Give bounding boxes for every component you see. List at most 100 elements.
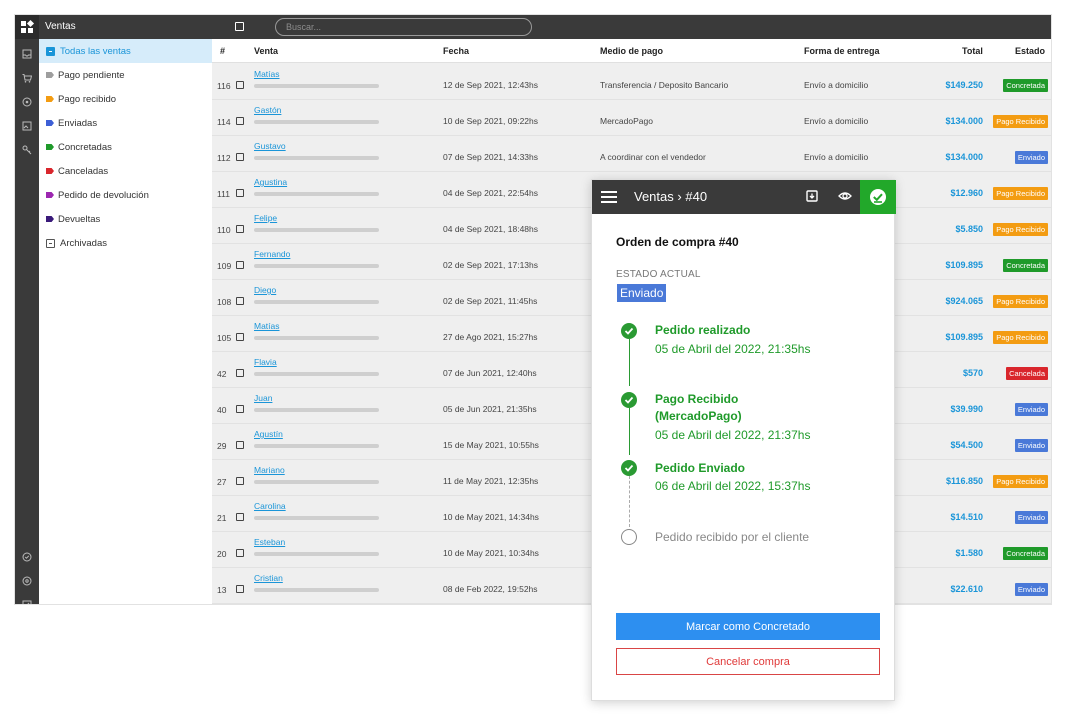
customer-name-link[interactable]: Mariano (254, 465, 285, 475)
column-header-num[interactable]: # (220, 46, 225, 56)
table-row[interactable]: 116 Matías 12 de Sep 2021, 12:43hs Transfer… (212, 64, 1051, 100)
column-header-forma[interactable]: Forma de entrega (804, 46, 880, 56)
timeline-connector-pending (629, 476, 630, 527)
customer-email-blurred (254, 336, 379, 340)
step-complete-icon (621, 460, 637, 476)
row-checkbox[interactable] (236, 333, 244, 341)
status-badge: Pago Recibido (993, 475, 1048, 488)
customer-name-link[interactable]: Matías (254, 321, 280, 331)
customer-name-link[interactable]: Agustina (254, 177, 287, 187)
row-checkbox[interactable] (236, 153, 244, 161)
app-window: Ventas Todas las venta (15, 15, 1051, 604)
row-checkbox[interactable] (236, 225, 244, 233)
customer-email-blurred (254, 480, 379, 484)
row-checkbox[interactable] (236, 369, 244, 377)
sidebar-item-label: Enviadas (58, 117, 98, 129)
customer-name-link[interactable]: Diego (254, 285, 276, 295)
sidebar-item-label: Pago recibido (58, 93, 117, 105)
tag-icon (46, 120, 54, 126)
eye-icon[interactable] (838, 189, 852, 203)
cart-icon[interactable] (22, 73, 32, 83)
timeline-step-date: 05 de Abril del 2022, 21:37hs (655, 428, 811, 442)
order-number: 114 (217, 117, 231, 127)
tag-icon[interactable] (22, 97, 32, 107)
row-checkbox[interactable] (236, 513, 244, 521)
customer-email-blurred (254, 156, 379, 160)
customer-email-blurred (254, 84, 379, 88)
sidebar-item-devolucion[interactable]: Pedido de devolución (39, 183, 212, 207)
breadcrumb: Ventas › #40 (634, 189, 707, 204)
customer-name-link[interactable]: Fernando (254, 249, 290, 259)
column-header-total[interactable]: Total (962, 46, 983, 56)
customer-name-link[interactable]: Esteban (254, 537, 285, 547)
order-date: 02 de Sep 2021, 11:45hs (443, 296, 538, 306)
customer-name-link[interactable]: Flavia (254, 357, 277, 367)
status-badge: Concretada (1003, 547, 1048, 560)
cancel-order-button[interactable]: Cancelar compra (616, 648, 880, 675)
sidebar-item-concretadas[interactable]: Concretadas (39, 135, 212, 159)
sidebar-item-archivadas[interactable]: Archivadas (39, 231, 212, 255)
column-header-medio[interactable]: Medio de pago (600, 46, 663, 56)
customer-name-link[interactable]: Felipe (254, 213, 277, 223)
mark-completed-button[interactable]: Marcar como Concretado (616, 613, 880, 640)
row-checkbox[interactable] (236, 441, 244, 449)
sidebar-item-canceladas[interactable]: Canceladas (39, 159, 212, 183)
status-badge: Pago Recibido (993, 331, 1048, 344)
customer-name-link[interactable]: Cristian (254, 573, 283, 583)
status-badge: Concretada (1003, 259, 1048, 272)
inbox-icon[interactable] (22, 49, 32, 59)
sidebar-item-devueltas[interactable]: Devueltas (39, 207, 212, 231)
breadcrumb-root[interactable]: Ventas (634, 189, 674, 204)
customer-name-link[interactable]: Matías (254, 69, 280, 79)
column-header-fecha[interactable]: Fecha (443, 46, 469, 56)
current-status-label: ESTADO ACTUAL (616, 269, 701, 280)
sidebar-item-pago-recibido[interactable]: Pago recibido (39, 87, 212, 111)
order-total: $54.500 (950, 440, 983, 450)
image-icon[interactable] (22, 121, 32, 131)
timeline-step-title: Pedido realizado (655, 323, 751, 337)
search-input[interactable] (275, 18, 532, 36)
help-icon[interactable] (22, 576, 32, 586)
row-checkbox[interactable] (236, 81, 244, 89)
info-icon[interactable] (22, 552, 32, 562)
sidebar-item-pago-pendiente[interactable]: Pago pendiente (39, 63, 212, 87)
sidebar-item-label: Pedido de devolución (58, 189, 149, 201)
table-row[interactable]: 114 Gastón 10 de Sep 2021, 09:22hs MercadoP… (212, 100, 1051, 136)
app-logo-icon[interactable] (15, 15, 39, 39)
customer-name-link[interactable]: Gastón (254, 105, 281, 115)
step-pending-icon (621, 529, 637, 545)
row-checkbox[interactable] (236, 405, 244, 413)
status-badge: Cancelada (1006, 367, 1048, 380)
complete-order-button[interactable] (860, 180, 896, 214)
order-date: 10 de May 2021, 14:34hs (443, 512, 539, 522)
order-total: $109.895 (945, 332, 983, 342)
column-header-venta[interactable]: Venta (254, 46, 278, 56)
customer-name-link[interactable]: Carolina (254, 501, 286, 511)
table-row[interactable]: 112 Gustavo 07 de Sep 2021, 14:33hs A coord… (212, 136, 1051, 172)
column-header-estado[interactable]: Estado (1015, 46, 1045, 56)
archive-icon[interactable] (805, 189, 819, 203)
row-checkbox[interactable] (236, 477, 244, 485)
order-title: Orden de compra #40 (616, 235, 739, 249)
key-icon[interactable] (22, 145, 32, 155)
sidebar-item-enviadas[interactable]: Enviadas (39, 111, 212, 135)
row-checkbox[interactable] (236, 549, 244, 557)
order-number: 108 (217, 297, 232, 307)
menu-icon[interactable] (601, 191, 617, 203)
order-total: $109.895 (945, 260, 983, 270)
row-checkbox[interactable] (236, 117, 244, 125)
row-checkbox[interactable] (236, 189, 244, 197)
customer-name-link[interactable]: Gustavo (254, 141, 286, 151)
row-checkbox[interactable] (236, 297, 244, 305)
tag-icon (46, 144, 54, 150)
select-all-checkbox[interactable] (235, 22, 244, 31)
customer-name-link[interactable]: Agustín (254, 429, 283, 439)
order-date: 05 de Jun 2021, 21:35hs (443, 404, 537, 414)
row-checkbox[interactable] (236, 585, 244, 593)
order-total: $1.580 (955, 548, 983, 558)
customer-name-link[interactable]: Juan (254, 393, 272, 403)
sidebar-item-todas[interactable]: Todas las ventas (39, 39, 212, 63)
edit-icon[interactable] (22, 600, 32, 604)
customer-email-blurred (254, 372, 379, 376)
row-checkbox[interactable] (236, 261, 244, 269)
